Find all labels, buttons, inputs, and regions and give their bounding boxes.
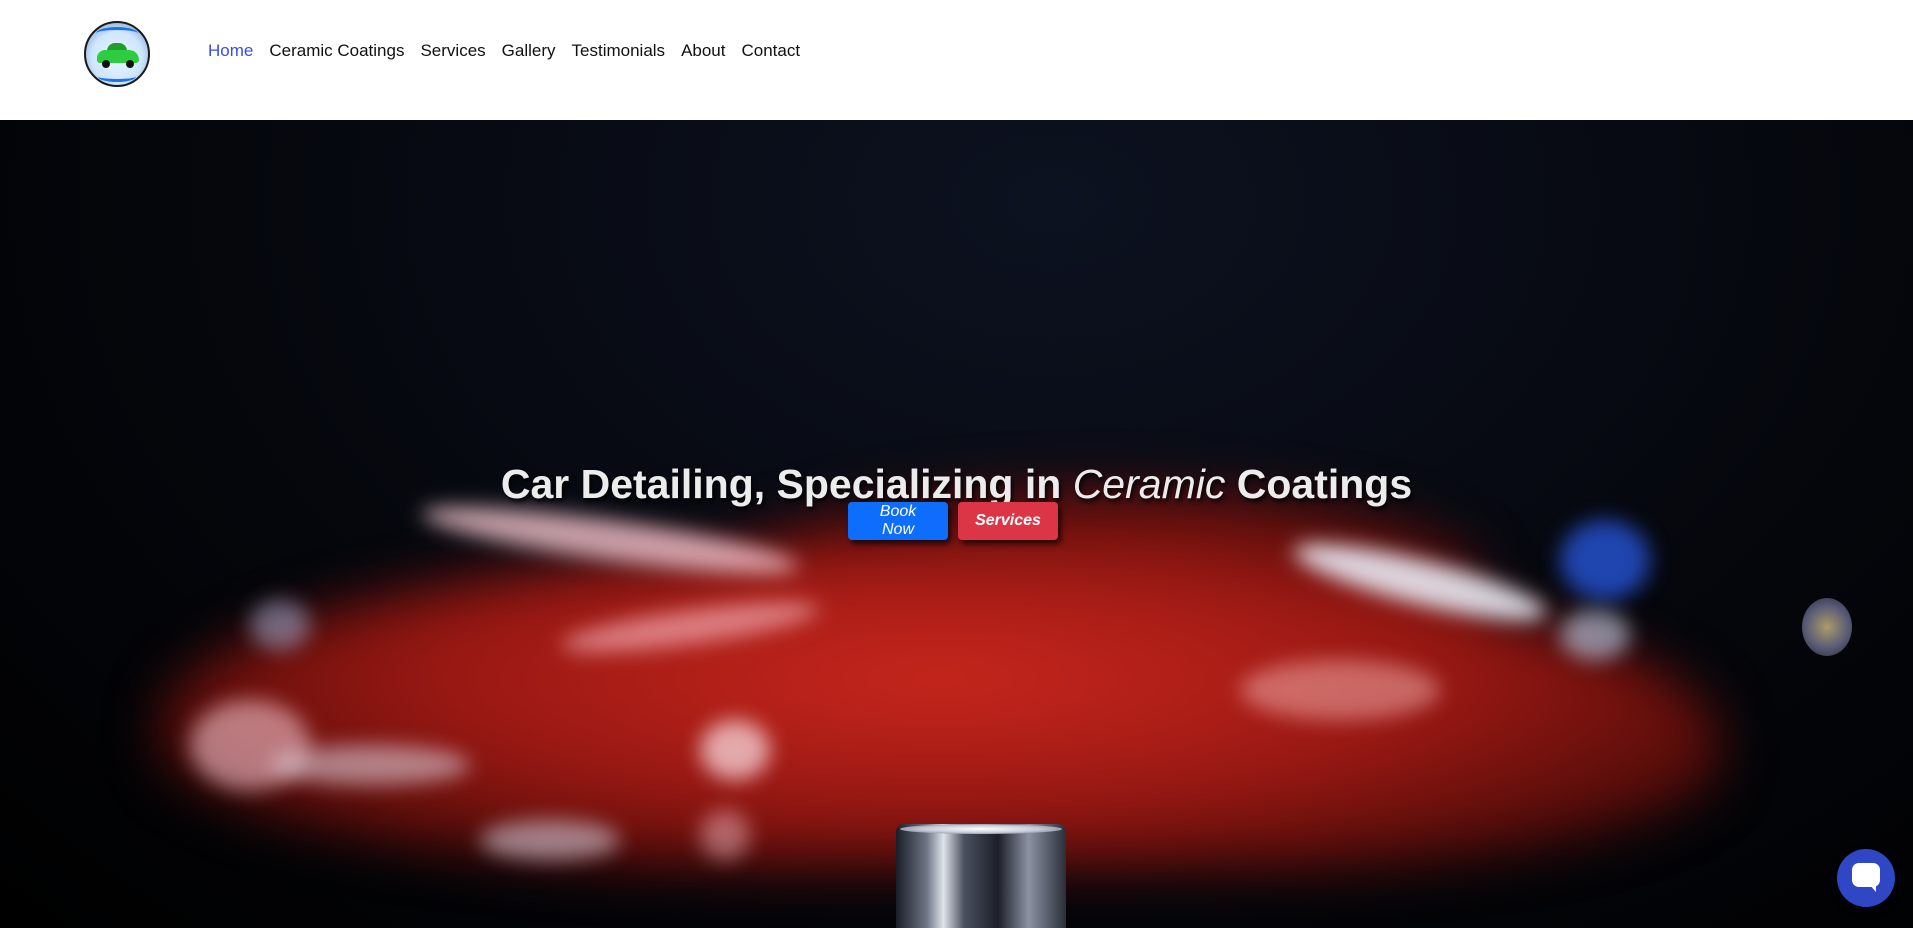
site-header: Home Ceramic Coatings Services Gallery T… — [0, 0, 1913, 120]
nav-link-services[interactable]: Services — [420, 41, 485, 61]
main-nav: Home Ceramic Coatings Services Gallery T… — [208, 41, 800, 61]
car-logo-icon[interactable] — [84, 21, 150, 87]
light-reflection — [700, 720, 770, 780]
chat-bubble-icon[interactable] — [1837, 849, 1895, 907]
nav-link-gallery[interactable]: Gallery — [502, 41, 556, 61]
nav-link-ceramic-coatings[interactable]: Ceramic Coatings — [269, 41, 404, 61]
light-reflection — [250, 600, 310, 650]
bokeh-light — [1802, 598, 1852, 656]
logo-ring-top — [96, 27, 138, 40]
services-button[interactable]: Services — [958, 502, 1058, 540]
logo-wheel — [102, 60, 110, 68]
nav-link-contact[interactable]: Contact — [742, 41, 801, 61]
book-now-button[interactable]: Book Now — [848, 502, 948, 540]
nav-link-testimonials[interactable]: Testimonials — [572, 41, 666, 61]
hero-cta-group: Book Now Services — [848, 502, 1058, 540]
light-reflection — [480, 820, 620, 860]
logo-wheel — [126, 60, 134, 68]
headline-text: Car Detailing, Specializing in — [500, 461, 1073, 508]
headline-text-end: Coatings — [1225, 461, 1413, 508]
light-reflection — [700, 810, 750, 860]
coating-bottle — [896, 824, 1066, 928]
light-reflection — [1560, 610, 1630, 660]
chat-bubble-tail — [1868, 883, 1876, 892]
nav-link-about[interactable]: About — [681, 41, 725, 61]
light-reflection — [1240, 660, 1440, 720]
logo-ring-bottom — [98, 71, 136, 82]
light-reflection — [270, 745, 470, 785]
coating-bottle-cap — [900, 824, 1062, 834]
nav-link-home[interactable]: Home — [208, 41, 253, 61]
light-reflection — [1560, 520, 1650, 600]
headline-emphasis: Ceramic — [1072, 461, 1226, 508]
